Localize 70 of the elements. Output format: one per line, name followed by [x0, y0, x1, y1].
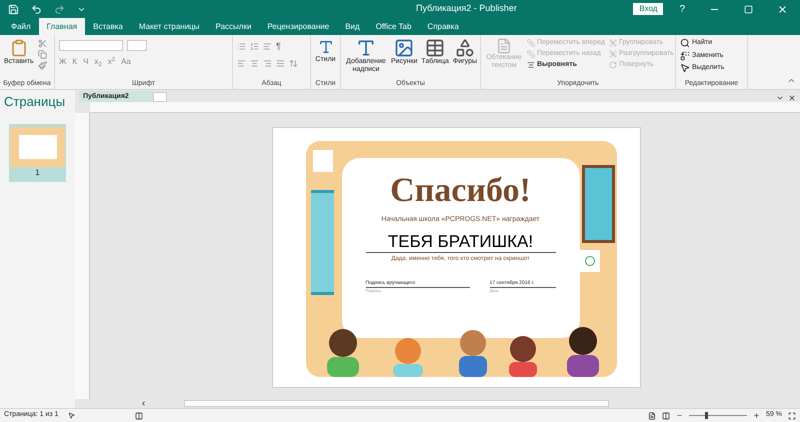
pilcrow-button[interactable]: ¶ [276, 40, 281, 54]
ribbon-tab[interactable]: Рассылки [208, 18, 260, 35]
ribbon-tab[interactable]: Рецензирование [259, 18, 338, 35]
format-button[interactable]: x$_{2}$ [94, 56, 102, 68]
tab-list-icon[interactable] [776, 94, 784, 102]
paste-icon[interactable] [10, 39, 28, 57]
pointer-icon [680, 63, 690, 74]
format-painter-icon[interactable] [38, 61, 47, 70]
justify-icon[interactable] [276, 58, 285, 68]
picture-icon [394, 38, 414, 58]
close-tab-icon[interactable] [788, 94, 796, 102]
wrap-text-icon[interactable] [496, 38, 512, 54]
close-icon[interactable] [777, 4, 788, 14]
table-icon [425, 38, 446, 58]
font-size-field[interactable] [127, 40, 147, 51]
copy-icon[interactable] [38, 50, 47, 59]
save-icon[interactable] [8, 4, 19, 14]
fit-page-icon[interactable] [788, 412, 796, 420]
ribbon-tab[interactable]: Макет страницы [130, 18, 208, 35]
bullets-icon[interactable] [237, 42, 246, 52]
ribbon-tab[interactable]: Office Tab [368, 18, 420, 35]
ribbon-tab[interactable]: Главная [38, 18, 86, 35]
align-center-icon[interactable] [250, 58, 259, 68]
shapes-icon [454, 38, 475, 58]
page-preview [10, 126, 65, 166]
group-icon [608, 38, 617, 46]
page-number: 1 [35, 166, 40, 178]
align-left-icon[interactable] [237, 58, 246, 68]
cut-icon[interactable] [38, 39, 47, 48]
undo-icon[interactable] [31, 4, 42, 14]
sign-in-button[interactable]: Вход [633, 3, 664, 15]
page-thumbnail[interactable]: 1 [9, 124, 66, 182]
maximize-icon[interactable] [744, 4, 753, 14]
font-name-field[interactable] [59, 40, 123, 51]
single-page-view-icon[interactable] [648, 412, 656, 420]
replace-icon [680, 50, 690, 61]
cursor-icon [68, 412, 76, 419]
note-drawing [312, 150, 332, 172]
search-icon [680, 38, 690, 48]
ribbon-tab[interactable]: Файл [3, 18, 39, 35]
zoom-in-icon[interactable] [753, 412, 760, 419]
text-box-icon [356, 38, 376, 58]
two-page-view-icon[interactable] [662, 412, 670, 420]
format-button[interactable]: x$^{2}$ [108, 56, 116, 68]
format-button[interactable]: Aa [121, 56, 131, 68]
format-button[interactable]: Ч [83, 56, 88, 68]
new-tab-button[interactable] [153, 92, 167, 102]
format-button[interactable]: Ж [59, 56, 66, 68]
certificate-title: Спасибо! [390, 172, 531, 210]
group-icon [608, 50, 617, 58]
align-icon [527, 60, 535, 68]
recipient-name: ТЕБЯ БРАТИШКА! [366, 232, 556, 252]
collapse-ribbon-icon[interactable] [787, 76, 796, 85]
zoom-slider[interactable] [689, 412, 748, 419]
zoom-out-icon[interactable] [676, 412, 684, 419]
bring-forward-icon [527, 38, 535, 46]
send-backward-icon [527, 50, 535, 58]
ribbon-tab[interactable]: Вид [337, 18, 368, 35]
help-button[interactable]: ? [679, 2, 685, 16]
format-button[interactable]: К [72, 56, 78, 68]
ribbon-tab[interactable]: Справка [419, 18, 467, 35]
ribbon-tab[interactable]: Вставка [85, 18, 131, 35]
rotate-icon [608, 60, 617, 68]
line-spacing-icon[interactable] [289, 58, 298, 68]
numbering-icon[interactable] [250, 42, 259, 52]
styles-icon[interactable] [318, 39, 334, 55]
scroll-left-icon[interactable] [140, 400, 147, 407]
window-title: Публикация2 - Publisher [416, 2, 517, 16]
align-right-icon[interactable] [263, 58, 272, 68]
pane-title: Страницы [4, 93, 66, 111]
